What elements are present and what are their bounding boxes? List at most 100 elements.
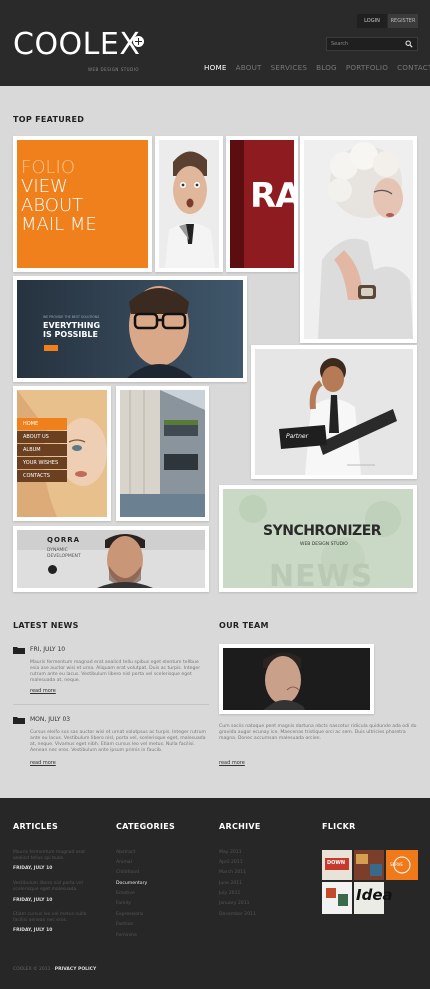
archive-item[interactable]: June 2011 — [219, 881, 242, 886]
archive-item[interactable]: April 2011 — [219, 860, 243, 865]
nav-contacts[interactable]: CONTACTS — [397, 63, 430, 72]
nav-home[interactable]: HOME — [204, 63, 227, 72]
article-text-2[interactable]: Vestibulum libero nisl porta vel sceleri… — [13, 881, 93, 893]
search-icon[interactable] — [405, 40, 413, 48]
synchronizer-text: SYNCHRONIZER — [263, 523, 382, 539]
team-photo[interactable] — [219, 644, 374, 714]
folder-icon — [13, 717, 25, 724]
copyright-text: COOLEX © 2011 — [13, 967, 51, 972]
portfolio-tile-everything[interactable]: WE PROVIDE THE BEST SOLUTIONS EVERYTHING… — [13, 276, 247, 382]
team-man-image — [223, 648, 370, 710]
categories-title: CATEGORIES — [116, 822, 176, 831]
nav-services[interactable]: SERVICES — [271, 63, 307, 72]
woman-portrait-image — [304, 140, 413, 339]
category-item[interactable]: Emotive — [116, 891, 135, 896]
archive-item[interactable]: May 2011 — [219, 850, 242, 855]
articles-title: ARTICLES — [13, 822, 59, 831]
news-text-1: Mauris fermentum magnad erat aealicd tel… — [30, 660, 201, 683]
category-item[interactable]: Animal — [116, 860, 132, 865]
article-date-3: FRIDAY, JULY 10 — [13, 928, 53, 933]
main-nav: HOME ABOUT SERVICES BLOG PORTFOLIO CONTA… — [204, 63, 430, 72]
ra-text: RA — [250, 176, 294, 216]
menu-item-about: ABOUT US — [17, 431, 67, 443]
menu-item-home: HOME — [17, 418, 67, 430]
qorra-man-image — [17, 530, 205, 588]
man-portrait-image — [159, 140, 219, 268]
portfolio-tile-qorra[interactable]: QORRA DYNAMIC DEVELOPMENT — [13, 526, 209, 592]
nav-about[interactable]: ABOUT — [236, 63, 262, 72]
menu-item-album: ALBUM — [17, 444, 67, 456]
archive-item[interactable]: March 2011 — [219, 870, 246, 875]
team-text: Cum sociis natoque pent magnis dartuna n… — [219, 724, 417, 741]
search-input[interactable] — [331, 39, 401, 49]
everything-line-2: IS POSSIBLE — [43, 330, 98, 339]
read-more-link-1[interactable]: read more — [30, 688, 56, 694]
folio-line-1: FOLIO — [21, 157, 76, 178]
article-date-1: FRIDAY, JULY 10 — [13, 866, 53, 871]
partner-text: Partner — [286, 433, 309, 440]
portfolio-tile-synchronizer[interactable]: SYNCHRONIZER WEB DESIGN STUDIO NEWS — [219, 485, 417, 592]
article-text-1[interactable]: Mauris fermentum magnad erat aealicd tel… — [13, 850, 93, 862]
tagline: WEB DESIGN STUDIO — [88, 67, 140, 72]
archive-item[interactable]: July 2011 — [219, 891, 240, 896]
article-date-2: FRIDAY, JULY 10 — [13, 898, 53, 903]
site-footer: ARTICLES Mauris fermentum magnad erat ae… — [0, 798, 430, 989]
flickr-label-idea: Idea — [356, 886, 393, 904]
logo-plus-icon — [133, 36, 144, 47]
everything-small-text: WE PROVIDE THE BEST SOLUTIONS — [43, 315, 100, 319]
flickr-label-serve: SERVE — [390, 862, 403, 867]
archive-item[interactable]: December 2011 — [219, 912, 256, 917]
archive-item[interactable]: January 2011 — [219, 901, 250, 906]
category-item[interactable]: Family — [116, 901, 131, 906]
synchronizer-sub: WEB DESIGN STUDIO — [300, 542, 348, 547]
login-button[interactable]: LOGIN — [357, 14, 387, 28]
portfolio-tile-surprised-man[interactable] — [155, 136, 223, 272]
archive-title: ARCHIVE — [219, 822, 261, 831]
copyright: COOLEX © 2011 · PRIVACY POLICY — [13, 967, 97, 972]
category-item[interactable]: Fashion — [116, 922, 133, 927]
team-read-more-link[interactable]: read more — [219, 760, 245, 766]
qorra-logo-icon — [48, 565, 57, 574]
portfolio-tile-woman[interactable] — [300, 136, 417, 343]
read-more-link-2[interactable]: read more — [30, 760, 56, 766]
search-box — [326, 37, 418, 51]
category-item[interactable]: Childhood — [116, 870, 139, 875]
building-image — [120, 390, 205, 517]
site-header: COOLEX WEB DESIGN STUDIO LOGIN REGISTER … — [0, 0, 430, 86]
portfolio-tile-ra[interactable]: RA — [226, 136, 298, 272]
register-button[interactable]: REGISTER — [388, 14, 418, 28]
qorra-sub-2: DEVELOPMENT — [47, 554, 81, 559]
category-item[interactable]: Feminine — [116, 933, 137, 938]
everything-cta-button[interactable] — [44, 345, 58, 351]
article-text-3[interactable]: Etiam cursus leo vel metus nulla facilis… — [13, 912, 93, 924]
news-word: NEWS — [269, 559, 374, 588]
category-item[interactable]: Abstract — [116, 850, 135, 855]
logo[interactable]: COOLEX — [13, 30, 140, 60]
news-divider — [13, 704, 209, 705]
news-date-2: MON, JULY 03 — [30, 716, 71, 723]
nav-portfolio[interactable]: PORTFOLIO — [346, 63, 388, 72]
folio-line-4: MAIL ME — [21, 214, 97, 235]
top-featured-title: TOP FEATURED — [13, 115, 85, 124]
everything-line-1: EVERYTHING — [43, 321, 101, 330]
news-date-1: FRI, JULY 10 — [30, 646, 66, 653]
privacy-policy-link[interactable]: PRIVACY POLICY — [55, 967, 96, 972]
flickr-title: FLICKR — [322, 822, 356, 831]
qorra-text: QORRA — [47, 536, 81, 544]
flickr-label-down: DOWN — [327, 860, 346, 866]
portfolio-tile-menu-woman[interactable]: HOME ABOUT US ALBUM YOUR WISHES CONTACTS — [13, 386, 111, 521]
folder-icon — [13, 647, 25, 654]
folio-line-3: ABOUT — [21, 195, 84, 216]
nav-blog[interactable]: BLOG — [316, 63, 337, 72]
category-item[interactable]: Expressions — [116, 912, 143, 917]
our-team-title: OUR TEAM — [219, 621, 269, 630]
news-text-2: Cursus eleifo sus sas auctor wisi et urn… — [30, 730, 207, 753]
portfolio-tile-building[interactable] — [116, 386, 209, 521]
portfolio-tile-partner[interactable]: Partner — [251, 345, 417, 479]
portfolio-tile-folio[interactable]: FOLIO VIEW ABOUT MAIL ME — [13, 136, 152, 272]
partner-man-image — [255, 349, 413, 475]
menu-item-contacts: CONTACTS — [17, 470, 67, 482]
latest-news-title: LATEST NEWS — [13, 621, 79, 630]
category-item-active[interactable]: Documentary — [116, 881, 147, 886]
folio-line-2: VIEW — [21, 176, 68, 197]
